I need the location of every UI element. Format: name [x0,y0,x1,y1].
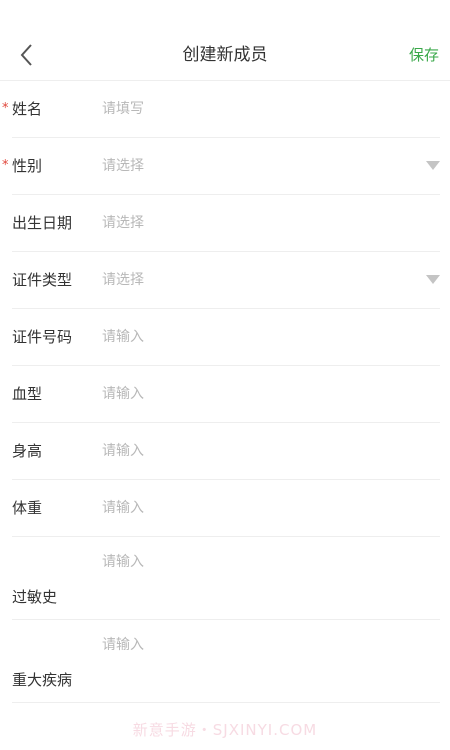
required-mark: * [2,158,9,173]
field-id-number[interactable]: 证件号码 请输入 [12,309,440,366]
caret-down-icon[interactable] [426,161,440,170]
field-id-type[interactable]: 证件类型 请选择 [12,252,440,309]
save-button[interactable]: 保存 [409,42,439,68]
field-label: 出生日期 [12,214,73,232]
field-gender[interactable]: * 性别 请选择 [2,138,440,195]
field-label: 身高 [12,442,43,460]
caret-down-icon[interactable] [426,275,440,284]
member-form: * 姓名 请填写 * 性别 请选择 出生日期 请选择 证件类型 请选择 证件号码… [0,81,450,703]
height-input[interactable]: 请输入 [102,423,144,479]
watermark: 新意手游・SJXINYI.COM [132,721,318,739]
field-major-illness[interactable]: 重大疾病 请输入 [12,620,440,703]
field-label: 证件类型 [12,271,73,289]
required-mark: * [2,101,9,116]
field-label: 姓名 [12,100,43,118]
gender-select[interactable]: 请选择 [102,138,144,194]
field-allergy-history[interactable]: 过敏史 请输入 [12,537,440,620]
field-blood-type[interactable]: 血型 请输入 [12,366,440,423]
field-birth-date[interactable]: 出生日期 请选择 [12,195,440,252]
field-label: 过敏史 [12,588,58,606]
field-height[interactable]: 身高 请输入 [12,423,440,480]
name-input[interactable]: 请填写 [102,81,144,137]
field-name[interactable]: * 姓名 请填写 [2,81,440,138]
birth-date-picker[interactable]: 请选择 [102,195,144,251]
field-label: 性别 [12,157,43,175]
major-illness-textarea[interactable]: 请输入 [102,628,144,662]
id-type-select[interactable]: 请选择 [102,252,144,308]
page-title: 创建新成员 [182,45,268,65]
id-number-input[interactable]: 请输入 [102,309,144,365]
field-label: 重大疾病 [12,671,73,689]
weight-input[interactable]: 请输入 [102,480,144,536]
nav-bar: 创建新成员 保存 [0,0,450,81]
field-label: 证件号码 [12,328,73,346]
field-weight[interactable]: 体重 请输入 [12,480,440,537]
blood-type-input[interactable]: 请输入 [102,366,144,422]
field-label: 体重 [12,499,43,517]
field-label: 血型 [12,385,43,403]
allergy-history-textarea[interactable]: 请输入 [102,545,144,579]
